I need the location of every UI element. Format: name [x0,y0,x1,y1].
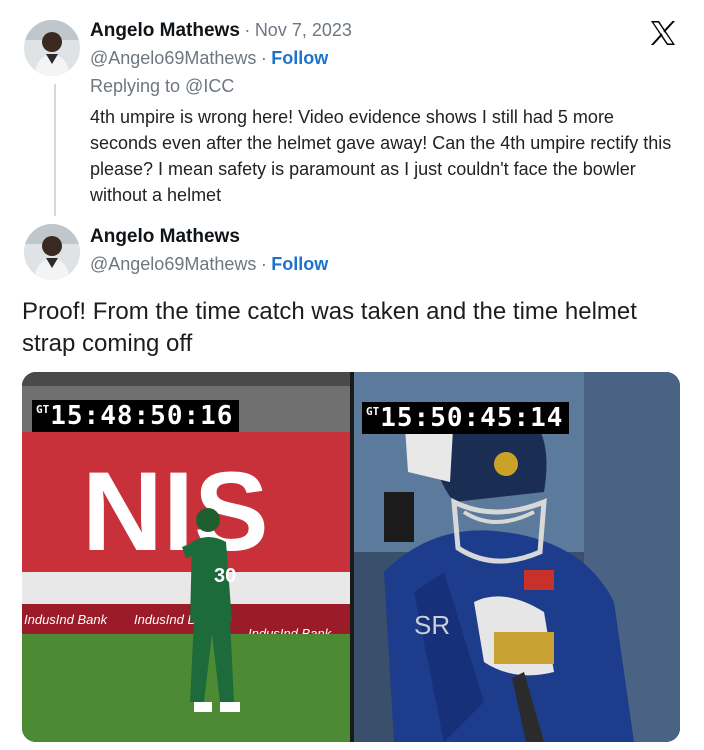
separator: · [260,254,267,274]
reply-tweet-text: 4th umpire is wrong here! Video evidence… [90,107,672,205]
follow-button[interactable]: Follow [271,48,328,68]
timecode-value: 15:48:50:16 [50,401,234,431]
author-name[interactable]: Angelo Mathews [90,20,240,41]
x-logo-icon[interactable] [648,18,678,48]
media-image-catch[interactable]: NIS IndusInd Bank IndusInd Bank IndusInd… [22,372,350,742]
author-handle[interactable]: @Angelo69Mathews [90,254,256,274]
main-tweet-text: Proof! From the time catch was taken and… [22,298,637,357]
reply-tweet-handle-row: @Angelo69Mathews · Follow [90,48,328,69]
timecode-prefix: GT [36,403,50,416]
timecode-value: 15:50:45:14 [380,403,564,433]
jersey-text: SR [414,610,450,640]
tweet-date[interactable]: Nov 7, 2023 [255,20,352,40]
avatar[interactable] [24,224,80,280]
follow-button[interactable]: Follow [271,254,328,274]
media-image-helmet[interactable]: SR GT15:50:45:14 [354,372,680,742]
shirt-number: 30 [214,565,236,587]
board-text: NIS [82,449,269,574]
main-tweet-header: Angelo Mathews [90,226,240,248]
reply-tweet-header: Angelo Mathews · Nov 7, 2023 [90,20,352,42]
timecode-prefix: GT [366,405,380,418]
tweet-media[interactable]: NIS IndusInd Bank IndusInd Bank IndusInd… [22,372,680,742]
author-name[interactable]: Angelo Mathews [90,226,240,247]
separator: · [260,48,267,68]
separator: · [244,20,251,40]
author-handle[interactable]: @Angelo69Mathews [90,48,256,68]
avatar[interactable] [24,20,80,76]
replying-to[interactable]: Replying to @ICC [90,76,234,97]
timecode-right: GT15:50:45:14 [362,402,570,434]
ad-board-text: IndusInd Bank [24,612,109,627]
timecode-left: GT15:48:50:16 [32,400,240,432]
thread-connector-line [54,84,56,216]
main-tweet-handle-row: @Angelo69Mathews · Follow [90,254,328,275]
